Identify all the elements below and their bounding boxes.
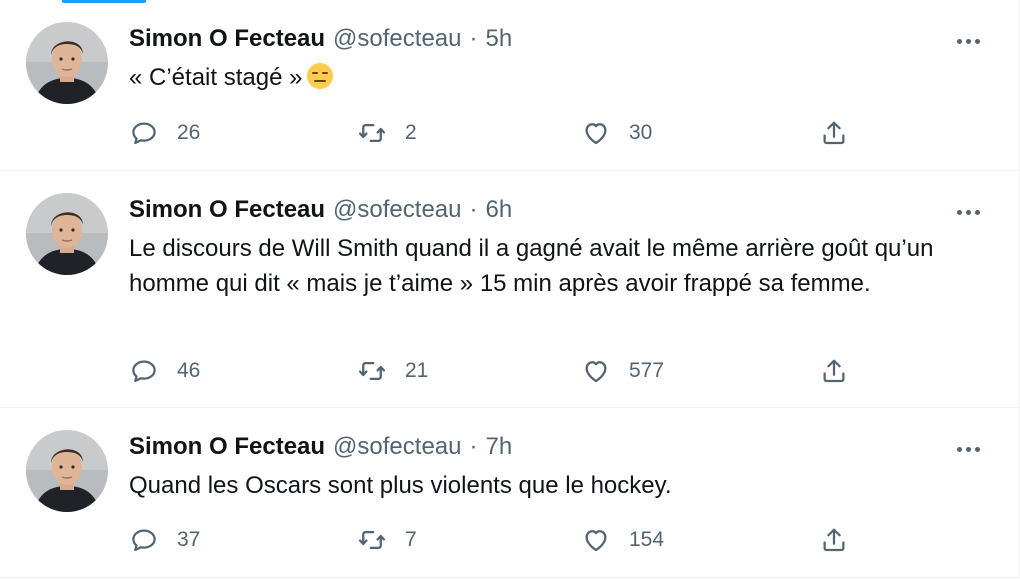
- reply-count: 46: [177, 359, 201, 382]
- user-handle[interactable]: @sofecteau: [333, 430, 461, 464]
- tweet-1[interactable]: Simon O Fecteau @sofecteau · 5h « C’étai…: [0, 0, 1020, 171]
- reply-icon: [132, 122, 156, 145]
- tweet-feed: Simon O Fecteau @sofecteau · 5h « C’étai…: [0, 0, 1020, 578]
- reply-button[interactable]: 26: [129, 113, 200, 153]
- like-count: 154: [629, 528, 665, 551]
- tweet-actions: 26 2 30: [129, 113, 869, 153]
- reply-icon: [132, 360, 156, 383]
- avatar[interactable]: [26, 430, 108, 512]
- separator-dot: ·: [469, 433, 478, 460]
- share-button[interactable]: [819, 520, 849, 560]
- user-handle[interactable]: @sofecteau: [333, 193, 461, 227]
- tweet-actions: 37 7 154: [129, 520, 869, 560]
- share-icon: [823, 528, 845, 552]
- separator-dot: ·: [469, 196, 478, 223]
- more-options-button[interactable]: [953, 434, 983, 464]
- user-handle[interactable]: @sofecteau: [333, 22, 461, 56]
- retweet-count: 2: [405, 121, 417, 144]
- like-count: 30: [629, 121, 653, 144]
- tweet-3[interactable]: Simon O Fecteau @sofecteau · 7h Quand le…: [0, 408, 1020, 578]
- avatar[interactable]: [26, 193, 108, 275]
- tweet-text: « C’était stagé »: [129, 60, 979, 95]
- reply-count: 26: [177, 121, 201, 144]
- timestamp[interactable]: 6h: [485, 193, 512, 227]
- expressionless-face-emoji-icon: [306, 62, 334, 90]
- retweet-count: 7: [405, 528, 417, 551]
- share-button[interactable]: [819, 351, 849, 391]
- tweet-text: Quand les Oscars sont plus violents que …: [129, 472, 672, 499]
- retweet-button[interactable]: 7: [357, 520, 417, 560]
- share-icon: [823, 121, 845, 145]
- reply-button[interactable]: 37: [129, 520, 200, 560]
- separator-dot: ·: [469, 25, 478, 52]
- reply-count: 37: [177, 528, 201, 551]
- timestamp[interactable]: 7h: [485, 430, 512, 464]
- more-options-button[interactable]: [953, 197, 983, 227]
- display-name[interactable]: Simon O Fecteau: [129, 430, 325, 464]
- like-button[interactable]: 577: [581, 351, 664, 391]
- avatar[interactable]: [26, 22, 108, 104]
- tweet-actions: 46 21 577: [129, 351, 869, 391]
- retweet-icon: [359, 531, 385, 549]
- tweet-text-content: « C’était stagé »: [129, 64, 303, 91]
- share-button[interactable]: [819, 113, 849, 153]
- heart-icon: [585, 123, 607, 145]
- tweet-2[interactable]: Simon O Fecteau @sofecteau · 6h Le disco…: [0, 171, 1020, 408]
- like-button[interactable]: 154: [581, 520, 664, 560]
- heart-icon: [585, 361, 607, 383]
- timestamp[interactable]: 5h: [485, 22, 512, 56]
- retweet-icon: [359, 124, 385, 142]
- reply-icon: [132, 529, 156, 552]
- tweet-text: Le discours de Will Smith quand il a gag…: [129, 235, 934, 297]
- retweet-button[interactable]: 2: [357, 113, 417, 153]
- like-button[interactable]: 30: [581, 113, 652, 153]
- like-count: 577: [629, 359, 665, 382]
- more-options-button[interactable]: [953, 26, 983, 56]
- display-name[interactable]: Simon O Fecteau: [129, 193, 325, 227]
- retweet-button[interactable]: 21: [357, 351, 428, 391]
- reply-button[interactable]: 46: [129, 351, 200, 391]
- retweet-icon: [359, 362, 385, 380]
- heart-icon: [585, 530, 607, 552]
- share-icon: [823, 359, 845, 383]
- display-name[interactable]: Simon O Fecteau: [129, 22, 325, 56]
- retweet-count: 21: [405, 359, 429, 382]
